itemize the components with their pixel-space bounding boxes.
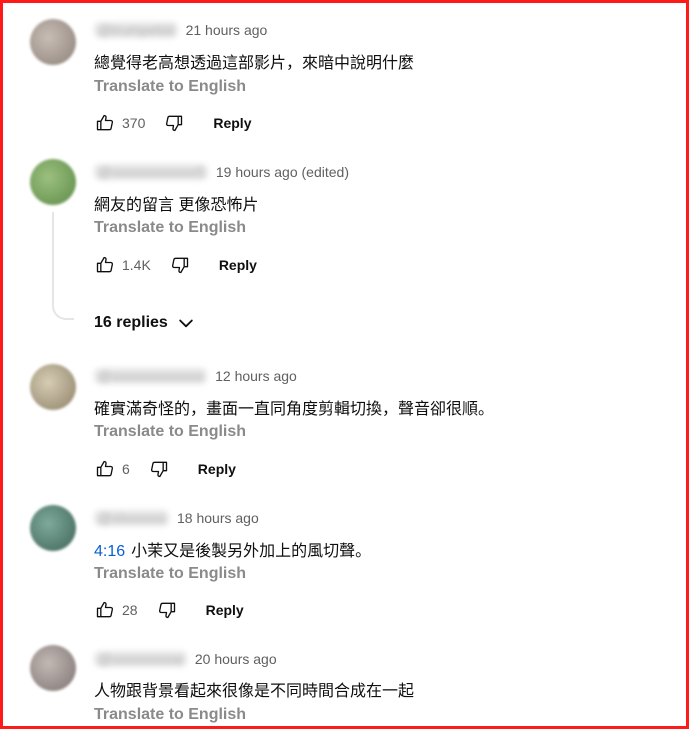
author-handle[interactable]: @trumpetist bbox=[94, 22, 178, 38]
like-icon[interactable] bbox=[94, 599, 116, 621]
comment-time[interactable]: 19 hours ago (edited) bbox=[216, 164, 349, 180]
timestamp-link[interactable]: 4:16 bbox=[94, 543, 125, 560]
avatar[interactable] bbox=[30, 159, 76, 205]
comment-text: 總覺得老高想透過這部影片，來暗中說明什麼 bbox=[94, 55, 415, 72]
chevron-down-icon bbox=[179, 319, 193, 328]
author-handle[interactable]: @xxxxxxxxxe bbox=[94, 651, 187, 667]
reply-button[interactable]: Reply bbox=[198, 461, 236, 477]
comment-time[interactable]: 12 hours ago bbox=[215, 368, 297, 384]
comment-header: @xlxxxxxo 18 hours ago bbox=[94, 510, 259, 530]
comment-text-body: 小茉又是後製另外加上的風切聲。 bbox=[131, 543, 372, 560]
like-count: 1.4K bbox=[122, 257, 151, 273]
thread-line bbox=[52, 212, 74, 320]
comment-text: 4:16 小茉又是後製另外加上的風切聲。 bbox=[94, 537, 371, 561]
like-count: 28 bbox=[122, 602, 138, 618]
comment-header: @xxxxxxxxxxxxx 12 hours ago bbox=[94, 368, 297, 388]
like-count: 370 bbox=[122, 115, 146, 131]
avatar[interactable] bbox=[30, 364, 76, 410]
like-icon[interactable] bbox=[94, 458, 116, 480]
comment-time[interactable]: 21 hours ago bbox=[186, 22, 268, 38]
comment-text: 確實滿奇怪的，畫面一直同角度剪輯切換，聲音卻很順。 bbox=[94, 401, 495, 418]
like-count: 6 bbox=[122, 461, 130, 477]
dislike-icon[interactable] bbox=[148, 458, 170, 480]
translate-button[interactable]: Translate to English bbox=[94, 423, 246, 441]
author-handle[interactable]: @xxxxxxxxxxxx5 bbox=[94, 164, 208, 180]
comment-time[interactable]: 18 hours ago bbox=[177, 510, 259, 526]
dislike-icon[interactable] bbox=[169, 254, 191, 276]
comment-header: @xxxxxxxxxxxx5 19 hours ago (edited) bbox=[94, 164, 349, 184]
reply-button[interactable]: Reply bbox=[219, 257, 257, 273]
author-handle[interactable]: @xxxxxxxxxxxxx bbox=[94, 368, 208, 384]
reply-button[interactable]: Reply bbox=[206, 602, 244, 618]
translate-button[interactable]: Translate to English bbox=[94, 706, 246, 724]
translate-button[interactable]: Translate to English bbox=[94, 219, 246, 237]
comment-text: 人物跟背景看起來很像是不同時間合成在一起 bbox=[94, 683, 415, 700]
comment-text: 網友的留言 更像恐怖片 bbox=[94, 197, 259, 214]
comment-actions: 1.4K Reply bbox=[94, 253, 257, 277]
reply-button[interactable]: Reply bbox=[213, 115, 251, 131]
avatar[interactable] bbox=[30, 19, 76, 65]
replies-count-label: 16 replies bbox=[94, 314, 168, 331]
like-icon[interactable] bbox=[94, 254, 116, 276]
avatar[interactable] bbox=[30, 645, 76, 691]
dislike-icon[interactable] bbox=[156, 599, 178, 621]
translate-button[interactable]: Translate to English bbox=[94, 565, 246, 583]
translate-button[interactable]: Translate to English bbox=[94, 78, 246, 96]
comment-actions: 370 Reply bbox=[94, 111, 251, 135]
comment-time[interactable]: 20 hours ago bbox=[195, 651, 277, 667]
comment-actions: 6 Reply bbox=[94, 457, 236, 481]
avatar[interactable] bbox=[30, 505, 76, 551]
dislike-icon[interactable] bbox=[163, 112, 185, 134]
comment-header: @trumpetist 21 hours ago bbox=[94, 22, 267, 42]
author-handle[interactable]: @xlxxxxxo bbox=[94, 510, 170, 526]
comment-actions: 28 Reply bbox=[94, 598, 244, 622]
comment-header: @xxxxxxxxxe 20 hours ago bbox=[94, 651, 277, 671]
replies-toggle-button[interactable]: 16 replies bbox=[94, 311, 196, 335]
like-icon[interactable] bbox=[94, 112, 116, 134]
